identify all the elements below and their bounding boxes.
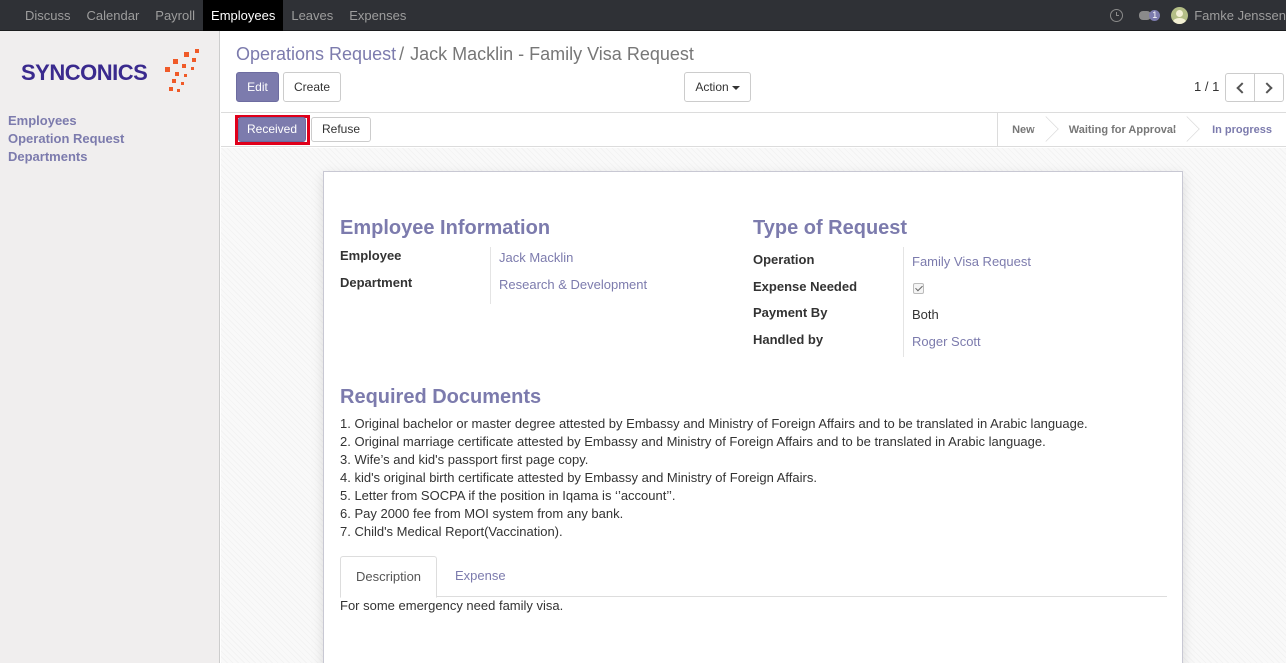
employee-label: Employee (340, 248, 402, 263)
menu-payroll[interactable]: Payroll (147, 0, 203, 31)
sidebar-item-operation-request[interactable]: Operation Request (8, 130, 124, 148)
notebook-tabs: Description Expense (340, 556, 1167, 598)
department-value[interactable]: Research & Development (499, 277, 647, 292)
top-navbar: Discuss Calendar Payroll Employees Leave… (0, 0, 1286, 31)
stage-waiting-for-approval[interactable]: Waiting for Approval (1049, 113, 1200, 147)
action-label: Action (695, 80, 729, 94)
stage-in-progress[interactable]: In progress (1190, 113, 1286, 147)
avatar[interactable] (1171, 7, 1189, 24)
breadcrumb: Operations Request / Jack Macklin - Family… (236, 44, 694, 65)
operation-value[interactable]: Family Visa Request (912, 254, 1031, 269)
tab-expense[interactable]: Expense (440, 556, 521, 597)
received-button[interactable]: Received (238, 117, 306, 142)
employee-information-heading: Employee Information (340, 217, 551, 239)
pager-previous-button[interactable] (1225, 73, 1255, 102)
stage-in-progress-label: In progress (1212, 124, 1272, 136)
clock-icon[interactable] (1110, 9, 1124, 22)
department-label: Department (340, 275, 413, 290)
field-separator (490, 247, 491, 304)
menu-expenses[interactable]: Expenses (341, 0, 414, 31)
type-of-request-heading: Type of Request (753, 217, 908, 239)
control-panel: Operations Request / Jack Macklin - Family… (221, 31, 1286, 113)
menu-discuss[interactable]: Discuss (17, 0, 79, 31)
action-dropdown[interactable]: Action (684, 72, 751, 102)
company-logo[interactable]: SYNCONICS (21, 47, 201, 97)
description-text: For some emergency need family visa. (340, 598, 564, 613)
form-sheet: Employee Information Employee Jack Mackl… (323, 171, 1183, 663)
stage-waiting-label: Waiting for Approval (1068, 124, 1177, 136)
create-button[interactable]: Create (283, 72, 341, 102)
menu-leaves[interactable]: Leaves (283, 0, 341, 31)
sidebar-item-employees[interactable]: Employees (8, 112, 124, 130)
document-item: 7. Child's Medical Report(Vaccination). (340, 524, 563, 539)
stage-new[interactable]: New (998, 113, 1059, 147)
handled-by-label: Handled by (753, 332, 824, 347)
document-item: 1. Original bachelor or master degree at… (340, 416, 1088, 431)
chevron-right-icon (1261, 82, 1273, 94)
caret-down-icon (731, 85, 740, 90)
document-item: 5. Letter from SOCPA if the position in … (340, 488, 676, 503)
pager-next-button[interactable] (1254, 73, 1284, 102)
user-area: 1 Famke Jenssen (1110, 0, 1286, 31)
menu-employees[interactable]: Employees (203, 0, 284, 31)
payment-by-label: Payment By (753, 305, 828, 320)
operation-label: Operation (753, 252, 815, 267)
expense-needed-checkbox (913, 283, 924, 294)
menu-calendar[interactable]: Calendar (79, 0, 148, 31)
chat-count-badge: 1 (1149, 10, 1161, 21)
logo-mark-icon (165, 49, 199, 92)
sidebar: SYNCONICS Employees Operation Request De… (0, 31, 220, 663)
messages-button[interactable]: 1 (1139, 10, 1161, 21)
expense-needed-label: Expense Needed (753, 279, 858, 294)
pager-value[interactable]: 1 / 1 (1194, 79, 1219, 94)
form-content-area: Employee Information Employee Jack Mackl… (221, 148, 1286, 663)
sidebar-item-departments[interactable]: Departments (8, 148, 124, 166)
handled-by-value[interactable]: Roger Scott (912, 334, 981, 349)
page-title: Jack Macklin - Family Visa Request (410, 44, 694, 64)
required-documents-heading: Required Documents (340, 386, 542, 408)
chevron-left-icon (1236, 82, 1248, 94)
payment-by-value: Both (912, 307, 939, 322)
refuse-button[interactable]: Refuse (311, 117, 371, 142)
edit-button[interactable]: Edit (236, 72, 279, 102)
breadcrumb-separator: / (399, 44, 405, 64)
logo-text: SYNCONICS (21, 60, 148, 85)
breadcrumb-parent[interactable]: Operations Request (236, 44, 396, 64)
status-stages: New Waiting for Approval In progress (997, 113, 1286, 147)
statusbar: Received Refuse New Waiting for Approval… (221, 113, 1286, 147)
document-item: 6. Pay 2000 fee from MOI system from any… (340, 506, 624, 521)
employee-value[interactable]: Jack Macklin (499, 250, 573, 265)
field-separator (903, 247, 904, 357)
user-name[interactable]: Famke Jenssen (1194, 8, 1286, 23)
app-menu: Discuss Calendar Payroll Employees Leave… (17, 0, 414, 31)
document-item: 2. Original marriage certificate atteste… (340, 434, 1046, 449)
required-documents-list: 1. Original bachelor or master degree at… (340, 415, 1088, 541)
tab-description[interactable]: Description (340, 556, 438, 598)
document-item: 4. kid's original birth certificate atte… (340, 470, 817, 485)
stage-new-label: New (1012, 124, 1035, 136)
document-item: 3. Wife’s and kid's passport first page … (340, 452, 589, 467)
sidebar-links: Employees Operation Request Departments (8, 112, 124, 166)
